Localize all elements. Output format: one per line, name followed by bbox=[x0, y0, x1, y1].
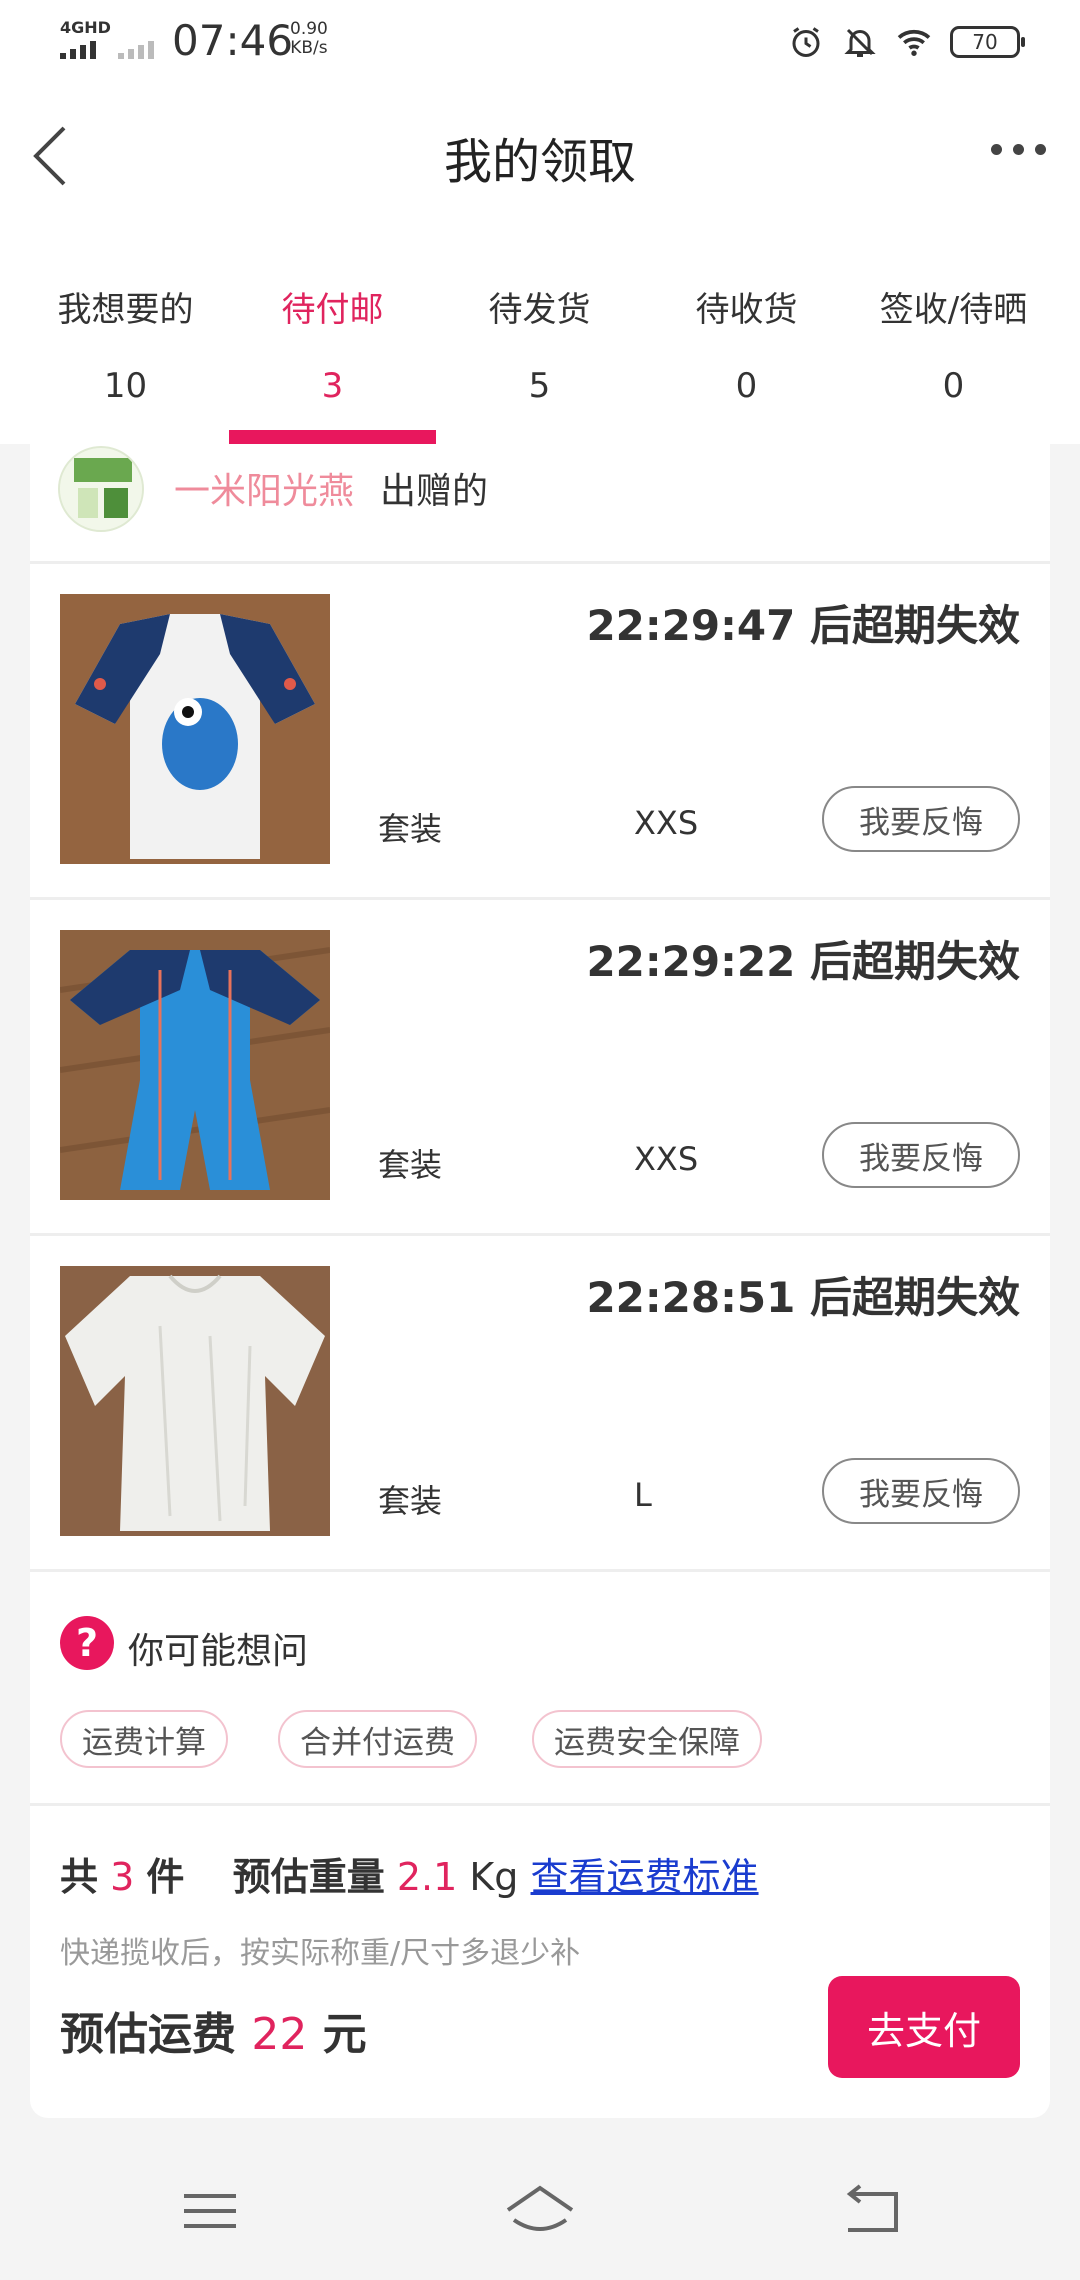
shipping-note: 快递揽收后，按实际称重/尺寸多退少补 bbox=[60, 1936, 581, 1971]
tab-wanted[interactable]: 我想要的 10 bbox=[22, 230, 229, 444]
giver-row[interactable]: 一米阳光燕 出赠的 bbox=[30, 444, 1050, 564]
weight-value: 2.1 bbox=[396, 1855, 458, 1899]
shipping-standard-link[interactable]: 查看运费标准 bbox=[531, 1855, 759, 1899]
item-type: 套装 bbox=[378, 810, 443, 848]
tab-bar: 我想要的 10 待付邮 3 待发货 5 待收货 0 签收/待晒 0 bbox=[0, 230, 1080, 444]
tab-pending-shipment[interactable]: 待发货 5 bbox=[436, 230, 643, 444]
signal-2-icon bbox=[118, 40, 158, 59]
rash-guard-image bbox=[60, 594, 330, 864]
tab-label: 我想要的 bbox=[57, 290, 194, 330]
more-options-icon[interactable] bbox=[991, 144, 1046, 155]
item-count: 3 bbox=[110, 1855, 135, 1899]
status-icons: 70 bbox=[788, 20, 1025, 64]
page-title: 我的领取 bbox=[443, 134, 636, 190]
tab-pending-postage[interactable]: 待付邮 3 bbox=[229, 230, 436, 444]
tab-signed-review[interactable]: 签收/待晒 0 bbox=[850, 230, 1057, 444]
estimated-fee: 预估运费 22 元 bbox=[60, 1998, 367, 2062]
status-bar: 4GHD 07:46 0.90 KB/s 70 bbox=[0, 0, 1080, 86]
tab-label: 待收货 bbox=[695, 290, 798, 330]
network-type: 4GHD bbox=[60, 18, 111, 37]
avatar-image bbox=[60, 448, 142, 530]
swimsuit-image bbox=[60, 930, 330, 1200]
order-summary: 共 3 件 预估重量 2.1 Kg 查看运费标准 快递揽收后，按实际称重/尺寸多… bbox=[30, 1806, 1050, 2118]
menu-icon[interactable] bbox=[170, 2176, 250, 2246]
weight-unit: Kg bbox=[469, 1855, 519, 1899]
item-image[interactable] bbox=[60, 594, 330, 864]
giver-suffix: 出赠的 bbox=[380, 471, 489, 512]
speed-value: 0.90 bbox=[290, 19, 328, 39]
expiry-timer: 22:28:51 后超期失效 bbox=[586, 1273, 1020, 1322]
regret-button[interactable]: 我要反悔 bbox=[822, 786, 1020, 852]
list-item[interactable]: 22:29:22 后超期失效 套装 XXS 我要反悔 bbox=[30, 900, 1050, 1236]
tab-label: 待发货 bbox=[488, 290, 591, 330]
item-type: 套装 bbox=[378, 1146, 443, 1184]
tab-count: 0 bbox=[942, 366, 965, 406]
fee-value: 22 bbox=[251, 2009, 308, 2060]
clock: 07:46 bbox=[172, 16, 294, 65]
mute-bell-icon bbox=[844, 28, 876, 57]
item-size: L bbox=[634, 1476, 652, 1514]
expiry-timer: 22:29:22 后超期失效 bbox=[586, 937, 1020, 986]
expiry-timer: 22:29:47 后超期失效 bbox=[586, 601, 1020, 650]
pay-button[interactable]: 去支付 bbox=[828, 1976, 1020, 2078]
fee-unit: 元 bbox=[322, 2009, 367, 2060]
list-item[interactable]: 22:29:47 后超期失效 套装 XXS 我要反悔 bbox=[30, 564, 1050, 900]
faq-chip-shipping-calc[interactable]: 运费计算 bbox=[60, 1710, 228, 1768]
battery-icon: 70 bbox=[950, 26, 1025, 58]
alarm-icon bbox=[792, 27, 820, 57]
item-size: XXS bbox=[634, 804, 699, 842]
back-nav-icon[interactable] bbox=[830, 2176, 910, 2246]
wifi-icon bbox=[897, 29, 931, 56]
item-image[interactable] bbox=[60, 930, 330, 1200]
count-suffix: 件 bbox=[146, 1855, 185, 1899]
weight-label: 预估重量 bbox=[232, 1855, 385, 1899]
item-image[interactable] bbox=[60, 1266, 330, 1536]
avatar[interactable] bbox=[58, 446, 144, 532]
network-speed: 0.90 KB/s bbox=[290, 20, 328, 58]
regret-button[interactable]: 我要反悔 bbox=[822, 1458, 1020, 1524]
faq-title: 你可能想问 bbox=[128, 1631, 309, 1672]
faq-chip-shipping-guarantee[interactable]: 运费安全保障 bbox=[532, 1710, 762, 1768]
tab-label: 签收/待晒 bbox=[879, 290, 1028, 330]
faq-chip-combine-shipping[interactable]: 合并付运费 bbox=[278, 1710, 477, 1768]
active-tab-indicator bbox=[229, 430, 436, 444]
signal-icon bbox=[60, 40, 100, 59]
regret-button[interactable]: 我要反悔 bbox=[822, 1122, 1020, 1188]
tab-count: 10 bbox=[103, 366, 148, 406]
item-type: 套装 bbox=[378, 1482, 443, 1520]
tab-label: 待付邮 bbox=[281, 290, 384, 330]
faq-section: ? 你可能想问 运费计算 合并付运费 运费安全保障 bbox=[30, 1572, 1050, 1806]
white-blouse-image bbox=[60, 1266, 330, 1536]
fee-label: 预估运费 bbox=[60, 2009, 236, 2060]
tab-count: 5 bbox=[528, 366, 551, 406]
tab-count: 0 bbox=[735, 366, 758, 406]
battery-level: 70 bbox=[972, 30, 998, 54]
giver-name[interactable]: 一米阳光燕 bbox=[174, 462, 354, 514]
tab-count: 3 bbox=[321, 366, 344, 406]
tab-pending-receipt[interactable]: 待收货 0 bbox=[643, 230, 850, 444]
speed-unit: KB/s bbox=[290, 38, 328, 58]
order-card: 一米阳光燕 出赠的 22:29:47 后超期失效 套装 XXS 我要反悔 22:… bbox=[30, 444, 1050, 2118]
system-nav-bar bbox=[0, 2140, 1080, 2280]
list-item[interactable]: 22:28:51 后超期失效 套装 L 我要反悔 bbox=[30, 1236, 1050, 1572]
summary-line: 共 3 件 预估重量 2.1 Kg 查看运费标准 bbox=[60, 1846, 759, 1901]
home-icon[interactable] bbox=[500, 2176, 580, 2246]
app-header: 我的领取 bbox=[0, 86, 1080, 230]
item-size: XXS bbox=[634, 1140, 699, 1178]
question-icon: ? bbox=[60, 1616, 114, 1670]
count-prefix: 共 bbox=[60, 1855, 99, 1899]
